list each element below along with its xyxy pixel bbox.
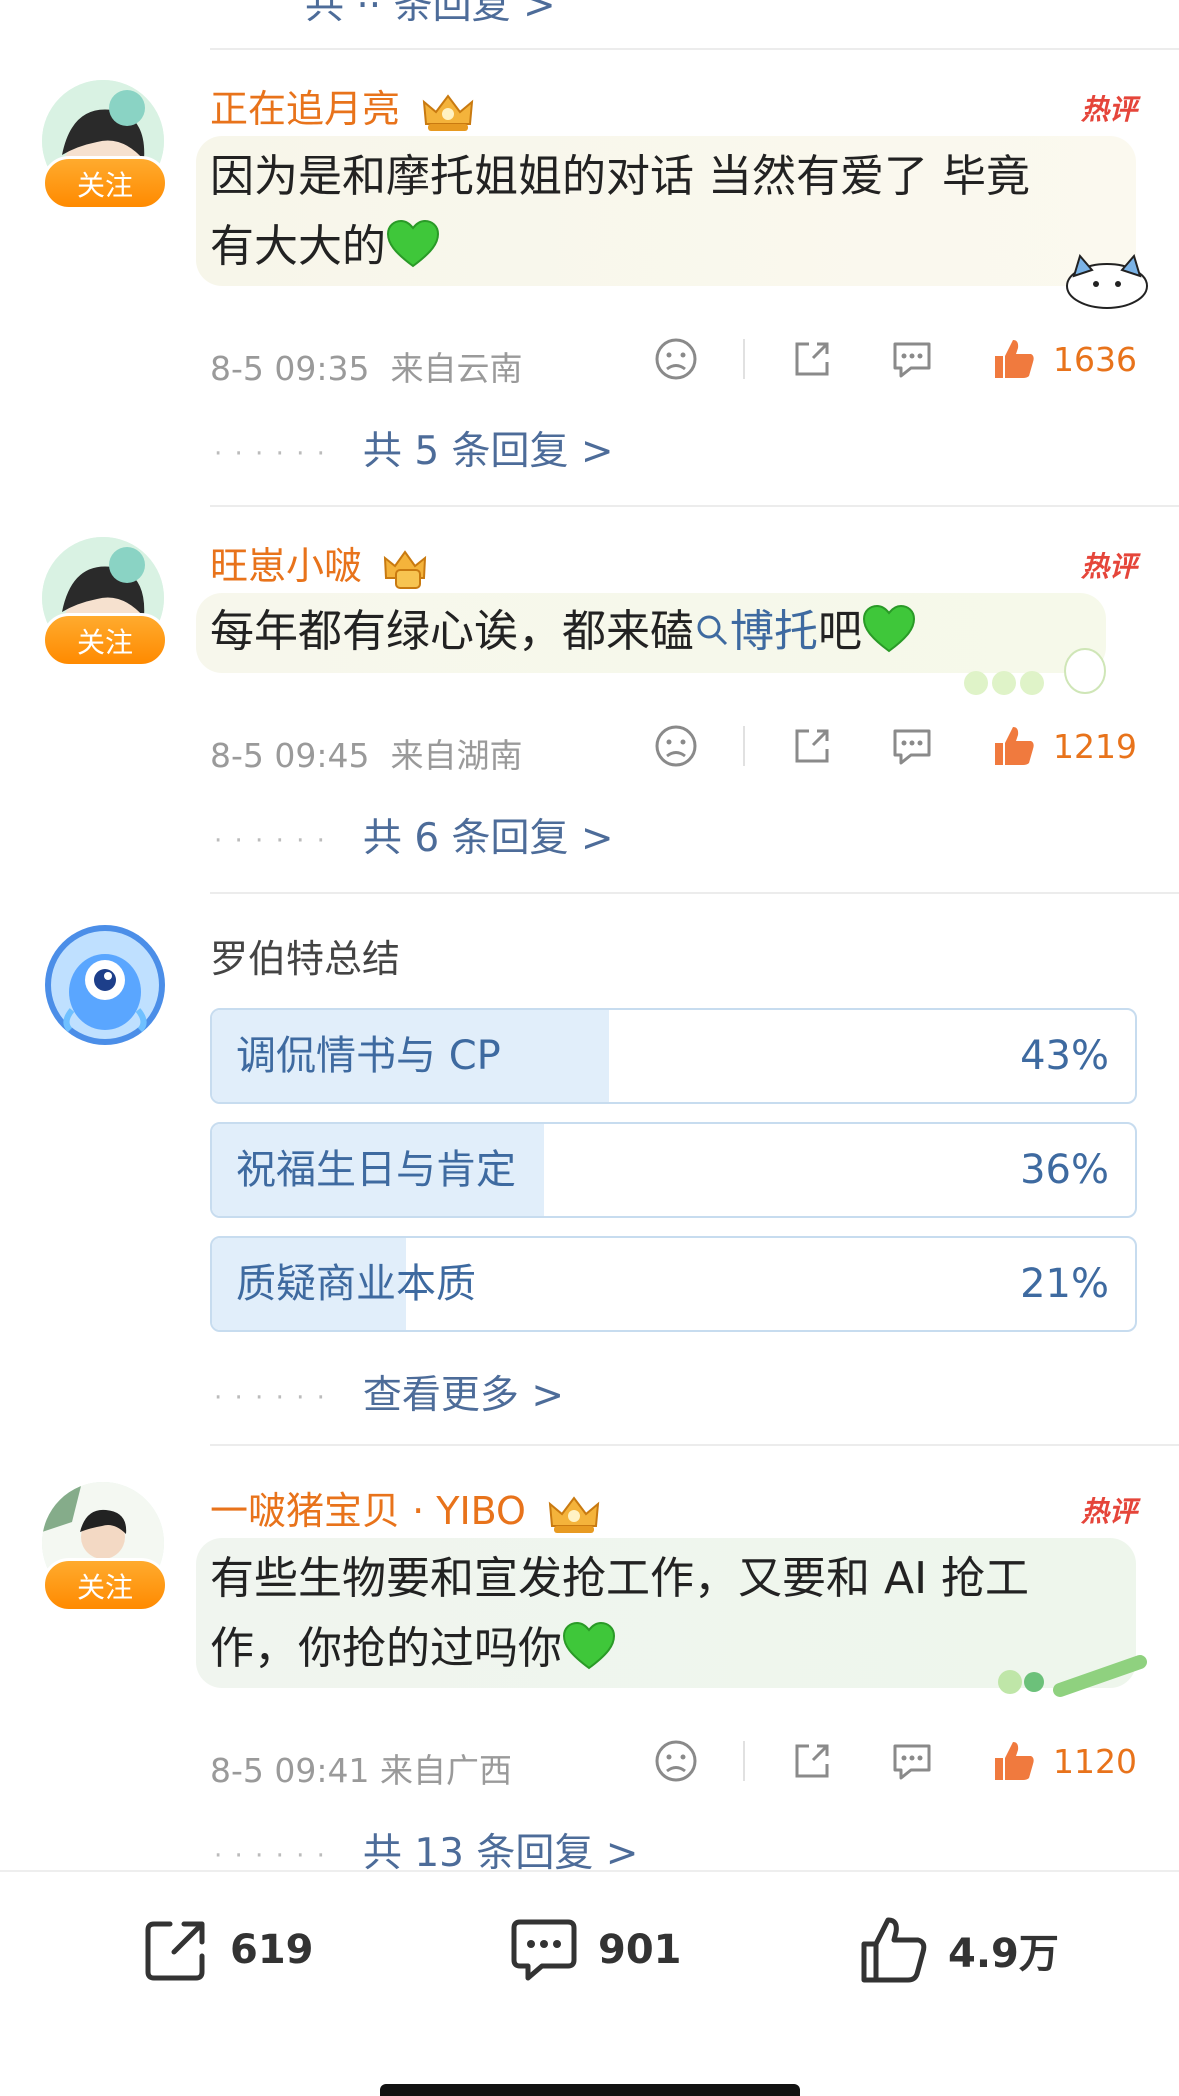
cat-sticker-icon (1066, 253, 1148, 309)
share-icon[interactable] (789, 723, 835, 769)
crown-badge-icon (422, 93, 474, 131)
like-thumb-icon[interactable] (991, 723, 1037, 769)
hot-comment-badge: 热评 (1080, 1495, 1137, 1528)
green-heart-icon (562, 1621, 616, 1670)
comment-bubble-icon (511, 1919, 577, 1981)
comment-actions: 1636 (653, 336, 1137, 382)
green-heart-icon (386, 219, 440, 268)
dislike-face-icon[interactable] (653, 336, 699, 382)
comment-username[interactable]: 正在追月亮 (210, 80, 476, 138)
repost-button[interactable]: 619 (138, 1912, 314, 1988)
comment-meta: 8-5 09:35 来自云南 (210, 349, 523, 388)
comment-icon[interactable] (889, 336, 935, 382)
avatar[interactable]: 关注 (42, 537, 168, 667)
like-button[interactable]: 4.9万 (856, 1912, 1059, 1988)
view-more-link[interactable]: · · · · · · 查看更多 > (214, 1364, 564, 1420)
divider (210, 892, 1179, 894)
summary-title: 罗伯特总结 (210, 937, 401, 981)
view-replies-link[interactable]: · · · · · · 共 5 条回复 > (214, 420, 614, 476)
poll-option-label: 祝福生日与肯定 (236, 1147, 516, 1193)
like-thumb-icon[interactable] (991, 1738, 1037, 1784)
topic-search-link[interactable]: 博托 (694, 606, 818, 657)
search-icon (697, 615, 728, 646)
divider (743, 1741, 746, 1781)
hot-comment-badge: 热评 (1080, 550, 1137, 583)
comment-meta: 8-5 09:45 来自湖南 (210, 736, 523, 775)
like-thumb-outline-icon (861, 1917, 927, 1983)
hot-comment-badge: 热评 (1080, 93, 1137, 126)
poll-option-percent: 36% (1020, 1147, 1109, 1193)
repost-count: 619 (230, 1927, 314, 1973)
follow-button[interactable]: 关注 (42, 613, 168, 667)
repost-icon (145, 1921, 205, 1981)
divider (743, 339, 746, 379)
share-icon[interactable] (789, 1738, 835, 1784)
poll-option-percent: 21% (1020, 1261, 1109, 1307)
share-icon[interactable] (789, 336, 835, 382)
robot-avatar[interactable] (42, 922, 168, 1052)
dots-divider: · · · · · · (214, 825, 327, 856)
divider (210, 1444, 1179, 1446)
robot-mascot-icon (45, 925, 165, 1045)
green-heart-icon (862, 604, 916, 653)
comment-button[interactable]: 901 (506, 1912, 682, 1988)
comment-content[interactable]: 每年都有绿心诶，都来磕 博托吧 (210, 597, 916, 667)
comment-meta: 8-5 09:41 来自广西 (210, 1751, 512, 1790)
poll-option[interactable]: 祝福生日与肯定 36% (210, 1122, 1137, 1218)
sticker-decoration-icon (964, 648, 1106, 695)
crown-badge-icon (383, 549, 427, 589)
crown-badge-icon (548, 1495, 600, 1533)
divider (210, 505, 1179, 507)
comment-icon[interactable] (889, 1738, 935, 1784)
poll-option[interactable]: 调侃情书与 CP 43% (210, 1008, 1137, 1104)
like-count: 1636 (1053, 339, 1137, 379)
poll-option-percent: 43% (1020, 1033, 1109, 1079)
dots-divider: · · · · · · (214, 1382, 327, 1413)
comment-content[interactable]: 因为是和摩托姐姐的对话 当然有爱了 毕竟 有大大的 (210, 142, 1030, 282)
home-indicator (380, 2084, 800, 2096)
like-total: 4.9万 (948, 1931, 1059, 1977)
avatar[interactable]: 关注 (42, 1482, 168, 1612)
dislike-face-icon[interactable] (653, 723, 699, 769)
like-thumb-icon[interactable] (991, 336, 1037, 382)
dots-divider: · · · · · · (214, 438, 327, 469)
comment-content[interactable]: 有些生物要和宣发抢工作，又要和 AI 抢工 作，你抢的过吗你 (210, 1544, 1029, 1684)
partial-reply-link[interactable]: 共 ·· 条回复 > (305, 0, 556, 30)
follow-button[interactable]: 关注 (42, 1558, 168, 1612)
dislike-face-icon[interactable] (653, 1738, 699, 1784)
avatar[interactable]: 关注 (42, 80, 168, 210)
divider (210, 48, 1179, 50)
poll-option[interactable]: 质疑商业本质 21% (210, 1236, 1137, 1332)
comment-count: 901 (598, 1927, 682, 1973)
follow-button[interactable]: 关注 (42, 156, 168, 210)
bottom-action-bar: 619 901 4.9万 (0, 1870, 1179, 2096)
comment-username[interactable]: 旺崽小啵 (210, 537, 428, 595)
like-count: 1120 (1053, 1741, 1137, 1781)
divider (743, 726, 746, 766)
dots-divider: · · · · · · (214, 1840, 327, 1871)
like-count: 1219 (1053, 726, 1137, 766)
comment-username[interactable]: 一啵猪宝贝 · YIBO (210, 1482, 602, 1540)
comment-actions: 1219 (653, 723, 1137, 769)
infp-sticker-icon (998, 1655, 1147, 1697)
comment-actions: 1120 (653, 1738, 1137, 1784)
comment-icon[interactable] (889, 723, 935, 769)
poll-option-label: 调侃情书与 CP (236, 1033, 501, 1079)
poll-option-label: 质疑商业本质 (236, 1261, 476, 1307)
view-replies-link[interactable]: · · · · · · 共 6 条回复 > (214, 807, 614, 863)
